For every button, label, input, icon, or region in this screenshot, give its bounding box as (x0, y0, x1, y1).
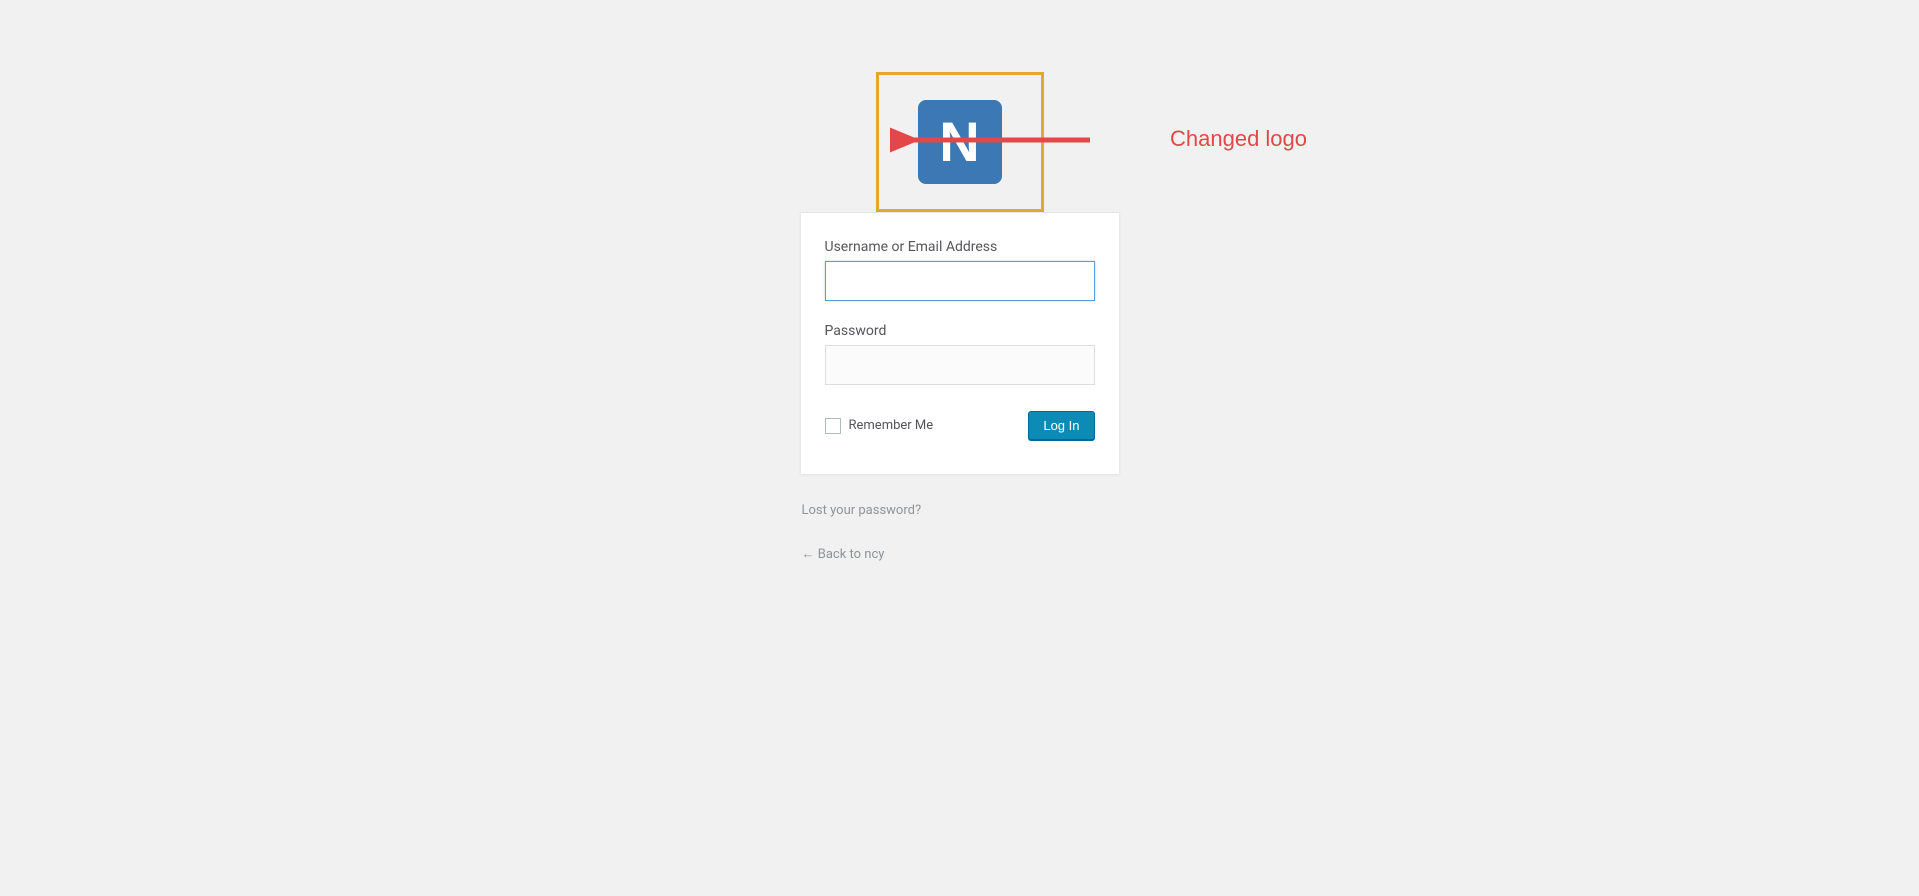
remember-me-wrap[interactable]: Remember Me (825, 418, 934, 434)
below-form-links: Lost your password? ← Back to ncy (800, 503, 1120, 562)
lost-password-link[interactable]: Lost your password? (802, 503, 1118, 518)
remember-me-label: Remember Me (849, 418, 934, 433)
login-form: Username or Email Address Password Remem… (800, 212, 1120, 475)
form-bottom-row: Remember Me Log In (825, 411, 1095, 440)
remember-me-checkbox[interactable] (825, 418, 841, 434)
password-label: Password (825, 323, 1095, 339)
back-to-site-link[interactable]: ← Back to ncy (802, 546, 1118, 562)
password-input[interactable] (825, 345, 1095, 385)
arrow-icon (890, 120, 1110, 160)
annotation-text: Changed logo (1170, 126, 1307, 152)
login-button[interactable]: Log In (1028, 411, 1094, 440)
username-input[interactable] (825, 261, 1095, 301)
username-label: Username or Email Address (825, 239, 1095, 255)
login-container: N Username or Email Address Password Rem… (800, 0, 1120, 562)
